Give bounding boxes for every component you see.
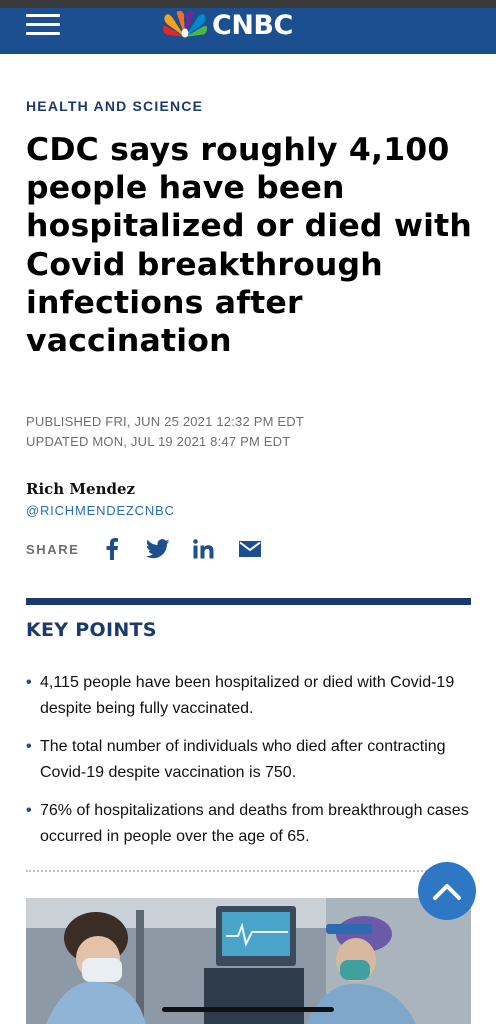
dotted-divider [26,870,446,872]
section-divider [26,598,471,605]
share-bar: SHARE [26,537,284,561]
home-indicator[interactable] [162,1007,334,1012]
linkedin-icon[interactable] [192,537,216,561]
key-point-text: 76% of hospitalizations and deaths from … [40,802,469,845]
key-point-item: • The total number of individuals who di… [26,734,476,786]
twitter-icon[interactable] [146,537,170,561]
bullet-icon: • [26,674,32,691]
nbc-peacock-icon [162,11,208,38]
logo-text: CNBC [212,9,293,41]
hospital-scene-image [26,898,471,1024]
key-points-list: • 4,115 people have been hospitalized or… [26,670,476,862]
email-icon[interactable] [238,537,262,561]
article-dates: PUBLISHED FRI, JUN 25 2021 12:32 PM EDT … [26,412,304,452]
status-strip [0,0,496,8]
site-header: CNBC [0,8,496,54]
updated-date: UPDATED MON, JUL 19 2021 8:47 PM EDT [26,434,291,449]
key-points-title: KEY POINTS [26,619,157,641]
published-date: PUBLISHED FRI, JUN 25 2021 12:32 PM EDT [26,414,305,429]
article-photo[interactable] [26,898,471,1024]
bullet-icon: • [26,802,32,819]
article-category[interactable]: HEALTH AND SCIENCE [26,98,203,114]
hamburger-menu-icon[interactable] [26,14,60,36]
cnbc-logo[interactable]: CNBC [162,9,293,41]
facebook-icon[interactable] [100,537,124,561]
bullet-icon: • [26,738,32,755]
article-headline: CDC says roughly 4,100 people have been … [26,132,473,360]
author-name[interactable]: Rich Mendez [26,480,135,498]
scroll-to-top-button[interactable] [418,862,476,920]
key-point-text: 4,115 people have been hospitalized or d… [40,674,455,717]
chevron-up-icon [433,884,461,900]
share-label: SHARE [26,541,80,557]
key-point-item: • 76% of hospitalizations and deaths fro… [26,798,476,850]
key-point-text: The total number of individuals who died… [40,738,446,781]
author-handle[interactable]: @RICHMENDEZCNBC [26,503,175,518]
key-point-item: • 4,115 people have been hospitalized or… [26,670,476,722]
